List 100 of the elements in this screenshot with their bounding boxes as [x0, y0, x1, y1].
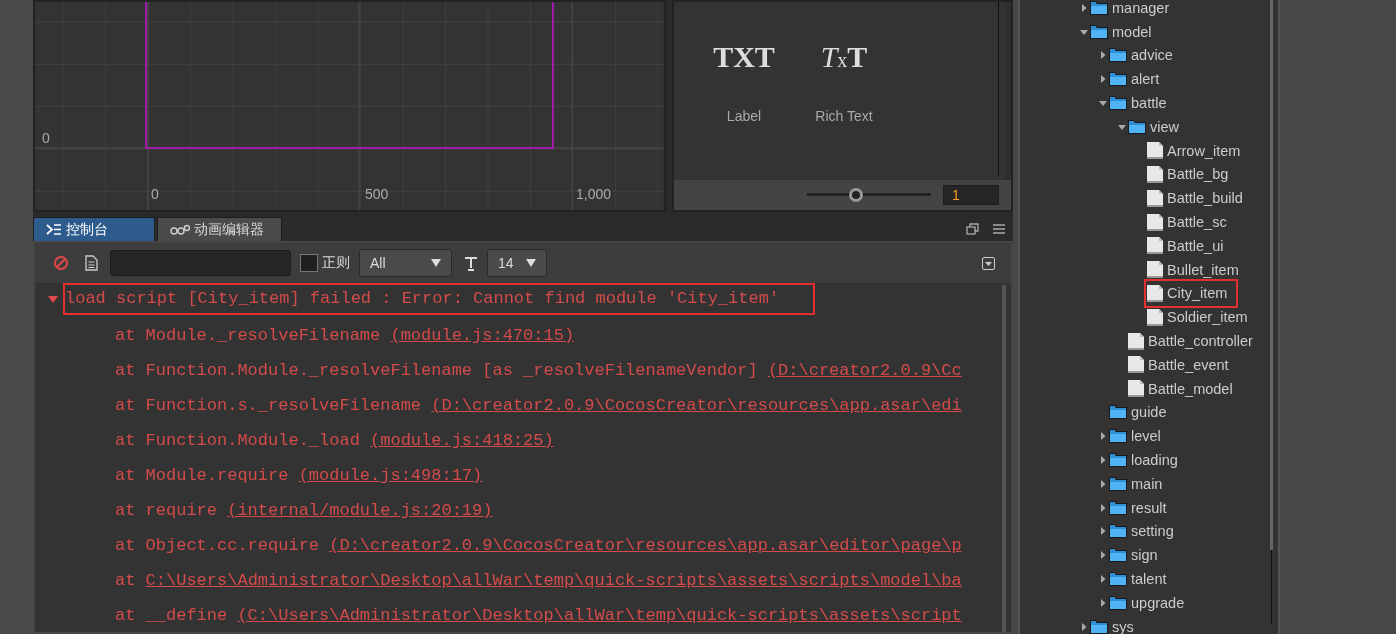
tree-item-label[interactable]: Battle_bg — [1167, 164, 1237, 185]
folder-icon — [1109, 475, 1127, 492]
tree-item-label[interactable]: Battle_controller — [1148, 331, 1261, 352]
collapse-icon[interactable] — [982, 256, 995, 270]
slider-thumb[interactable] — [848, 188, 863, 202]
axis-label: 0 — [42, 130, 50, 146]
js-file-icon — [1128, 332, 1144, 350]
console-tab[interactable]: 动画编辑器 — [157, 217, 282, 241]
widget-label: Label — [726, 108, 762, 124]
font-size-icon — [464, 255, 478, 271]
axis-label: 0 — [151, 186, 159, 202]
restore-icon[interactable] — [966, 223, 979, 235]
console-tab[interactable]: 控制台 — [33, 217, 155, 241]
js-file-icon — [1147, 261, 1163, 279]
tree-item-label[interactable]: Arrow_item — [1167, 140, 1249, 161]
tree-item-label[interactable]: Battle_event — [1148, 354, 1237, 375]
folder-icon — [1109, 499, 1127, 516]
text-widget-icon[interactable]: TxT — [820, 42, 868, 72]
document-icon[interactable] — [85, 255, 98, 271]
folder-icon — [1109, 547, 1127, 564]
gears-icon — [170, 222, 190, 237]
tree-item-label[interactable]: model — [1112, 21, 1160, 42]
expand-arrow-icon[interactable] — [1098, 574, 1108, 584]
folder-icon — [1109, 594, 1127, 611]
tree-item-label[interactable]: alert — [1131, 69, 1168, 90]
stack-trace-line: at Module.require (module.js:498:17) — [115, 465, 484, 487]
js-file-icon — [1147, 213, 1163, 231]
tree-item-label[interactable]: manager — [1112, 0, 1178, 18]
folder-icon — [1109, 452, 1127, 469]
tree-item-label[interactable]: setting — [1131, 521, 1182, 542]
folder-icon — [1090, 23, 1108, 40]
folder-icon — [1128, 118, 1146, 135]
tree-item-label[interactable]: Battle_sc — [1167, 212, 1235, 233]
expand-arrow-icon[interactable] — [1098, 50, 1108, 61]
filter-field[interactable] — [110, 250, 291, 276]
stack-trace-line: at Object.cc.require (D:\creator2.0.9\CocosCreator\resources\app.asar\editor\page\p — [115, 535, 963, 557]
stack-trace-line: at Module._resolveFilename (module.js:470:15) — [115, 325, 576, 347]
folder-icon — [1109, 523, 1127, 540]
expand-arrow-icon[interactable] — [1098, 597, 1108, 608]
js-file-icon — [1147, 142, 1163, 160]
expand-arrow-icon[interactable] — [1098, 550, 1108, 561]
axis-label: 1,000 — [576, 186, 612, 202]
zoom-input[interactable]: 1 — [943, 185, 999, 205]
folder-icon — [1109, 404, 1127, 421]
stack-trace-line: at Function.Module._resolveFilename [as _resolveFilenameVendor] (D:\creator2.0.9\Cc — [115, 360, 963, 382]
tree-item-label[interactable]: Battle_build — [1167, 188, 1251, 209]
checkbox-label: 正则 — [322, 254, 350, 272]
folder-icon — [1090, 0, 1108, 16]
js-file-icon — [1147, 189, 1163, 207]
tree-item-label[interactable]: advice — [1131, 45, 1181, 66]
tree-item-label[interactable]: view — [1150, 116, 1187, 137]
js-file-icon — [1147, 284, 1163, 302]
expand-arrow-icon[interactable] — [1079, 621, 1089, 632]
clear-icon[interactable] — [53, 255, 69, 271]
expand-arrow-icon[interactable] — [1098, 431, 1108, 442]
regex-checkbox[interactable] — [300, 254, 318, 272]
highlighted-tree-item[interactable]: City_item — [1147, 281, 1236, 305]
tree-item-label[interactable]: City_item — [1167, 283, 1236, 304]
js-file-icon — [1128, 356, 1144, 374]
expand-arrow-icon[interactable] — [1098, 526, 1108, 537]
folder-icon — [1109, 47, 1127, 64]
stack-trace-line: at Function.s._resolveFilename (D:\creator2.0.9\CocosCreator\resources\app.asar\edi — [115, 395, 963, 417]
stack-trace-line: at __define (C:\Users\Administrator\Desktop\allWar\temp\quick-scripts\assets\script — [115, 605, 963, 627]
text-widget-icon[interactable]: TXT — [713, 42, 775, 72]
folder-icon — [1109, 71, 1127, 88]
js-file-icon — [1128, 380, 1144, 398]
folder-icon — [1109, 95, 1127, 112]
stack-trace-line: at Function.Module._load (module.js:418:25) — [115, 430, 555, 452]
widget-label: Rich Text — [815, 108, 873, 124]
console-icon — [46, 222, 62, 237]
tree-item-label[interactable]: upgrade — [1131, 592, 1193, 613]
expand-arrow-icon[interactable] — [48, 295, 58, 303]
tree-item-label[interactable]: sys — [1112, 616, 1142, 634]
font-size-select[interactable]: 14 — [487, 249, 547, 277]
expand-arrow-icon[interactable] — [1079, 2, 1089, 13]
expand-arrow-icon[interactable] — [1098, 478, 1108, 489]
tree-item-label[interactable]: loading — [1131, 450, 1186, 471]
folder-icon — [1109, 428, 1127, 445]
tree-item-label[interactable]: Battle_ui — [1167, 235, 1232, 256]
axis-label: 500 — [365, 186, 389, 202]
tree-item-label[interactable]: talent — [1131, 569, 1175, 589]
expand-arrow-icon[interactable] — [1098, 502, 1108, 513]
tree-item-label[interactable]: Bullet_item — [1167, 259, 1247, 280]
tree-item-label[interactable]: result — [1131, 497, 1175, 518]
tree-item-label[interactable]: sign — [1131, 545, 1166, 566]
expand-arrow-icon[interactable] — [1098, 455, 1108, 466]
expand-arrow-icon[interactable] — [1098, 74, 1108, 85]
menu-icon[interactable] — [993, 223, 1005, 235]
tree-item-label[interactable]: main — [1131, 473, 1171, 494]
stack-trace-line: at C:\Users\Administrator\Desktop\allWar\temp\quick-scripts\assets\scripts\model\ba — [115, 570, 963, 592]
tree-item-label[interactable]: guide — [1131, 402, 1175, 423]
tree-item-label[interactable]: battle — [1131, 93, 1175, 114]
stack-trace-line: at require (internal/module.js:20:19) — [115, 500, 494, 522]
level-select[interactable]: All — [359, 249, 452, 277]
error-message: load script [City_item] failed : Error: Cannot find module 'City_item' — [65, 285, 814, 313]
tree-item-label[interactable]: level — [1131, 426, 1169, 447]
folder-icon — [1109, 571, 1127, 587]
tree-item-label[interactable]: Battle_model — [1148, 378, 1241, 399]
js-file-icon — [1147, 165, 1163, 183]
tree-item-label[interactable]: Soldier_item — [1167, 307, 1256, 328]
